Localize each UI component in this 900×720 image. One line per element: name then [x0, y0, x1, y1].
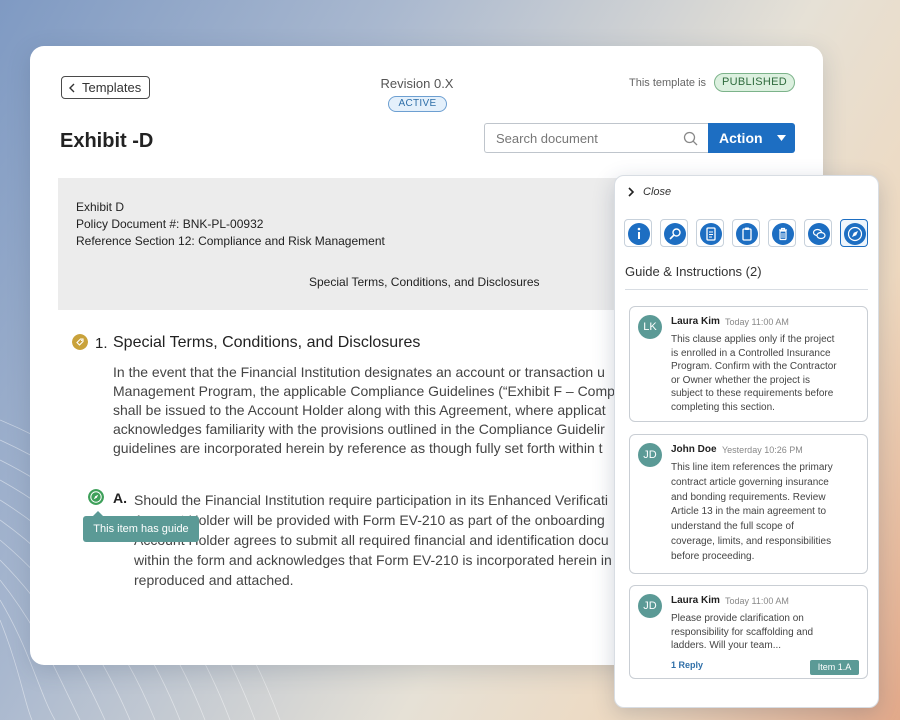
published-status-badge[interactable]: PUBLISHED — [714, 73, 795, 92]
guide-tooltip: This item has guide — [83, 516, 199, 542]
tool-search-button[interactable] — [660, 219, 688, 247]
comment-line: ladders. Will your team... — [671, 640, 782, 652]
chat-icon — [808, 223, 830, 245]
comment-text: This clause applies only if the project … — [671, 333, 861, 415]
comment-line: This clause applies only if the project — [671, 334, 835, 345]
search-icon — [664, 223, 686, 245]
comment-timestamp: Today 11:00 AM — [725, 596, 789, 606]
tool-info-button[interactable] — [624, 219, 652, 247]
avatar: JD — [638, 443, 662, 467]
info-icon — [628, 223, 650, 245]
doc-header-line: Reference Section 12: Compliance and Ris… — [76, 234, 385, 248]
tool-chat-button[interactable] — [804, 219, 832, 247]
chevron-left-icon — [69, 83, 75, 92]
page-title: Exhibit -D — [60, 130, 154, 152]
comment-line: This line item references the primary — [671, 462, 833, 473]
doc-header-line: Exhibit D — [76, 200, 125, 214]
comment-text: This line item references the primary co… — [671, 461, 861, 565]
revision-label: Revision 0.X — [380, 76, 454, 91]
section-number: 1. — [95, 335, 108, 352]
guide-side-panel: Close Guide & Instructions (2) LK Laura … — [614, 175, 879, 708]
templates-back-label: Templates — [82, 80, 142, 95]
section-title: Special Terms, Conditions, and Disclosur… — [113, 334, 421, 351]
comment-line: is enrolled in a Controlled Insurance — [671, 347, 831, 359]
document-icon — [700, 223, 722, 245]
comment-line: before proceeding. — [671, 550, 755, 562]
templates-back-button[interactable]: Templates — [61, 76, 150, 99]
search-box — [484, 123, 708, 153]
divider — [625, 289, 868, 290]
comment-line: subject to these requirements before — [671, 388, 834, 400]
tool-guide-button[interactable] — [840, 219, 868, 247]
comment-card[interactable]: JD Laura Kim Today 11:00 AM Please provi… — [629, 585, 868, 679]
comment-timestamp: Yesterday 10:26 PM — [722, 445, 803, 455]
comment-text: Please provide clarification on responsi… — [671, 612, 861, 653]
trash-icon — [772, 223, 794, 245]
doc-header-line: Policy Document #: BNK-PL-00932 — [76, 217, 264, 231]
comment-line: responsibility for scaffolding and — [671, 626, 814, 638]
search-icon[interactable] — [683, 131, 698, 146]
comment-line: contract article governing insurance — [671, 476, 829, 488]
comment-author: Laura Kim — [671, 316, 720, 327]
comment-line: or Owner whether the project is — [671, 374, 810, 386]
comment-line: understand the full scope of — [671, 521, 794, 533]
doc-header-centered-title: Special Terms, Conditions, and Disclosur… — [309, 275, 540, 289]
compass-icon — [844, 223, 866, 245]
reply-link[interactable]: 1 Reply — [671, 660, 703, 670]
search-input[interactable] — [496, 130, 676, 147]
comment-card[interactable]: JD John Doe Yesterday 10:26 PM This line… — [629, 434, 868, 574]
close-label: Close — [643, 186, 672, 198]
comment-timestamp: Today 11:00 AM — [725, 317, 789, 327]
comment-line: Please provide clarification on — [671, 613, 804, 624]
close-panel-button[interactable]: Close — [625, 185, 671, 199]
comment-line: and bonding requirements. Review — [671, 491, 826, 503]
comment-author: John Doe — [671, 444, 717, 455]
action-button[interactable]: Action — [708, 123, 795, 153]
comment-card[interactable]: LK Laura Kim Today 11:00 AM This clause … — [629, 306, 868, 422]
revision-status-badge: ACTIVE — [388, 96, 447, 112]
tag-icon[interactable] — [72, 334, 88, 350]
comment-line: Program. Confirm with the Contractor — [671, 361, 837, 373]
item-tag-badge[interactable]: Item 1.A — [810, 660, 859, 675]
caret-down-icon — [776, 135, 786, 141]
action-button-label: Action — [719, 130, 763, 146]
avatar: LK — [638, 315, 662, 339]
guide-instructions-title: Guide & Instructions (2) — [625, 264, 762, 279]
subsection-letter: A. — [113, 490, 127, 506]
comment-line: coverage, limits, and responsibilities — [671, 535, 832, 547]
avatar: JD — [638, 594, 662, 618]
guide-compass-icon[interactable] — [88, 489, 104, 505]
chevron-right-icon — [628, 187, 635, 197]
tool-document-button[interactable] — [696, 219, 724, 247]
comment-line: completing this section. — [671, 401, 775, 413]
tool-clipboard-button[interactable] — [732, 219, 760, 247]
comment-line: Article 13 in the main agreement to — [671, 506, 827, 518]
template-state-label: This template is — [629, 77, 707, 89]
clipboard-icon — [736, 223, 758, 245]
tool-delete-button[interactable] — [768, 219, 796, 247]
comment-author: Laura Kim — [671, 595, 720, 606]
